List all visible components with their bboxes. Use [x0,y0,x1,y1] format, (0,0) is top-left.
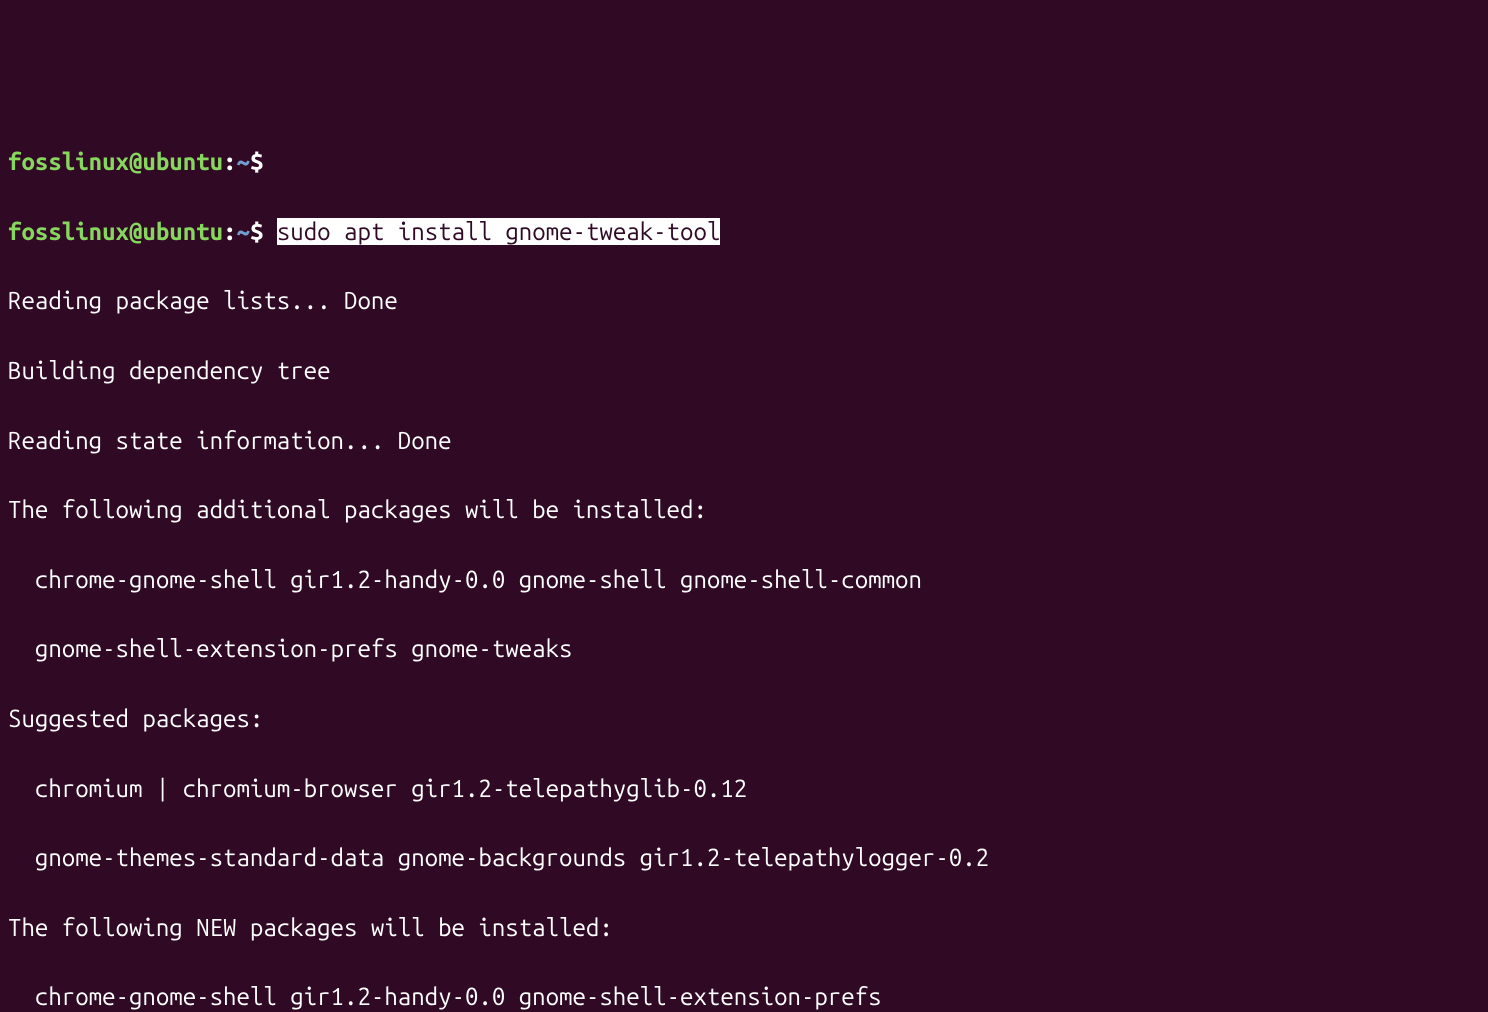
prompt-colon: : [223,148,236,175]
output-line: Suggested packages: [8,702,1480,737]
output-line: chromium | chromium-browser gir1.2-telep… [8,772,1480,807]
prompt-path: ~ [237,218,250,245]
output-line: gnome-shell-extension-prefs gnome-tweaks [8,632,1480,667]
output-line: chrome-gnome-shell gir1.2-handy-0.0 gnom… [8,563,1480,598]
prompt-line-1: fosslinux@ubuntu:~$ [8,145,1480,180]
command-empty[interactable] [263,148,276,175]
output-line: chrome-gnome-shell gir1.2-handy-0.0 gnom… [8,980,1480,1012]
output-line: Building dependency tree [8,354,1480,389]
output-line: The following additional packages will b… [8,493,1480,528]
prompt-dollar: $ [250,148,263,175]
prompt-dollar: $ [250,218,263,245]
prompt-line-2: fosslinux@ubuntu:~$ sudo apt install gno… [8,215,1480,250]
output-line: Reading package lists... Done [8,284,1480,319]
prompt-user: fosslinux@ubuntu [8,218,223,245]
output-line: The following NEW packages will be insta… [8,911,1480,946]
prompt-colon: : [223,218,236,245]
output-line: Reading state information... Done [8,424,1480,459]
command-highlighted[interactable]: sudo apt install gnome-tweak-tool [277,218,721,245]
prompt-path: ~ [237,148,250,175]
prompt-user: fosslinux@ubuntu [8,148,223,175]
output-line: gnome-themes-standard-data gnome-backgro… [8,841,1480,876]
